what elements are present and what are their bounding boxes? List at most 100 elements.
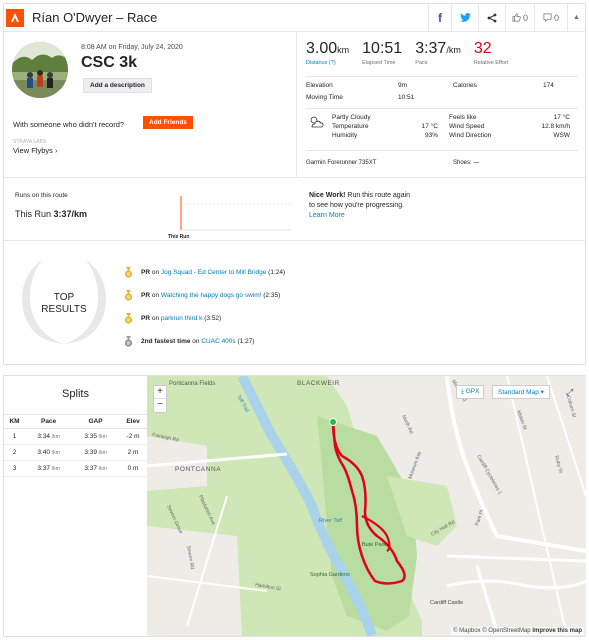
route-chart-label: This Run bbox=[168, 234, 189, 240]
share-icon bbox=[487, 13, 497, 22]
achievement-prefix: PR bbox=[141, 292, 151, 299]
nice-work-text2: to see how you're progressing. bbox=[309, 202, 405, 209]
split-pace-value: 3:37 bbox=[37, 465, 50, 472]
split-pace: 3:37 /km bbox=[25, 460, 73, 477]
split-unit: /km bbox=[51, 466, 60, 472]
split-gap: 3:39 /km bbox=[72, 444, 120, 461]
map-attribution: © Mapbox © OpenStreetMap Improve this ma… bbox=[451, 627, 584, 635]
activity-summary: 8:08 AM on Friday, July 24, 2020 CSC 3k … bbox=[4, 32, 297, 177]
zoom-in-button[interactable]: + bbox=[154, 386, 166, 399]
top-results-badge: TOP RESULTS bbox=[22, 260, 106, 344]
divider bbox=[306, 108, 578, 109]
calories-value: 174 bbox=[543, 82, 554, 89]
divider bbox=[306, 76, 578, 77]
segment-link[interactable]: parkrun third k bbox=[161, 315, 203, 322]
col-gap: GAP bbox=[72, 414, 120, 429]
splits-table: KM Pace GAP Elev 1 3:34 /km 3:35 /km -2 … bbox=[4, 414, 147, 477]
collapse-button[interactable]: ▲ bbox=[567, 4, 585, 31]
split-gap-value: 3:39 bbox=[84, 449, 97, 456]
chevron-right-icon: › bbox=[54, 146, 58, 155]
table-row[interactable]: 3 3:37 /km 3:37 /km 0 m bbox=[4, 460, 147, 477]
achievement-prefix: PR bbox=[141, 269, 151, 276]
learn-more-link[interactable]: Learn More bbox=[309, 212, 345, 219]
this-run-summary: This Run 3:37/km bbox=[15, 209, 87, 219]
attribution-text[interactable]: © Mapbox © OpenStreetMap bbox=[453, 628, 531, 634]
top-results-line2: RESULTS bbox=[41, 304, 87, 315]
facebook-icon: f bbox=[438, 10, 442, 25]
device-name: Garmin Forerunner 735XT bbox=[306, 160, 377, 166]
split-elev: 2 m bbox=[119, 444, 147, 461]
zoom-controls: + − bbox=[153, 385, 167, 413]
thumbs-up-icon bbox=[512, 13, 521, 22]
add-description-button[interactable]: Add a description bbox=[83, 78, 152, 93]
split-gap: 3:37 /km bbox=[72, 460, 120, 477]
split-pace-value: 3:34 bbox=[37, 433, 50, 440]
col-elev: Elev bbox=[119, 414, 147, 429]
split-gap-value: 3:35 bbox=[84, 433, 97, 440]
calories-label: Calories bbox=[453, 82, 477, 89]
segment-link[interactable]: CUAC 400s bbox=[201, 338, 235, 345]
effort-label: Relative Effort bbox=[473, 60, 509, 66]
map-label: BLACKWEIR bbox=[297, 380, 340, 387]
splits-map-card: Splits KM Pace GAP Elev 1 3:34 /km 3:35 … bbox=[3, 375, 586, 637]
split-km: 3 bbox=[4, 460, 26, 477]
map-label: Sophia Gardens bbox=[310, 572, 350, 578]
map-label: Cardiff Castle bbox=[430, 600, 463, 606]
someone-prompt: With someone who didn't record? bbox=[13, 120, 125, 129]
split-pace-value: 3:40 bbox=[37, 449, 50, 456]
segment-link[interactable]: Watching the happy dogs go swim! bbox=[161, 292, 262, 299]
table-row[interactable]: 2 3:40 /km 3:39 /km 2 m bbox=[4, 444, 147, 461]
map-label: Pontcanna Fields bbox=[169, 381, 215, 387]
zoom-out-button[interactable]: − bbox=[154, 399, 166, 412]
add-friends-button[interactable]: Add Friends bbox=[143, 116, 193, 129]
facebook-share-button[interactable]: f bbox=[428, 4, 451, 31]
distance-label[interactable]: Distance (?) bbox=[306, 60, 349, 66]
effort-value: 32 bbox=[473, 40, 492, 57]
export-gpx-button[interactable]: ⤓ GPX bbox=[456, 385, 485, 399]
split-unit: /km bbox=[51, 450, 60, 456]
view-flybys-link[interactable]: View Flybys › bbox=[13, 146, 57, 155]
split-gap-value: 3:37 bbox=[84, 465, 97, 472]
split-unit: /km bbox=[98, 466, 107, 472]
table-row[interactable]: 1 3:34 /km 3:35 /km -2 m bbox=[4, 428, 147, 445]
achievement-time: (1:27) bbox=[235, 338, 255, 345]
elevation-label: Elevation bbox=[306, 82, 333, 89]
route-map[interactable]: Pontcanna Fields BLACKWEIR PONTCANNA Riv… bbox=[147, 376, 586, 636]
route-chart: This Run bbox=[168, 196, 291, 240]
pace-value: 3:37 bbox=[415, 40, 447, 57]
pace-stat: 3:37/km Pace bbox=[415, 40, 461, 66]
improve-map-link[interactable]: Improve this map bbox=[532, 628, 582, 634]
activity-stats: 3.00km Distance (?) 10:51 Elapsed Time 3… bbox=[298, 32, 586, 177]
divider bbox=[306, 150, 578, 151]
split-km: 1 bbox=[4, 428, 26, 445]
achievement-time: (2:35) bbox=[261, 292, 281, 299]
comments-button[interactable]: 0 bbox=[534, 4, 567, 31]
fullscreen-icon[interactable]: ⤢ bbox=[566, 387, 576, 397]
map-style-dropdown[interactable]: Standard Map ▾ bbox=[492, 385, 550, 399]
strava-logo-icon bbox=[6, 8, 24, 27]
split-pace: 3:34 /km bbox=[25, 428, 73, 445]
top-results-line1: TOP bbox=[54, 292, 75, 303]
twitter-share-button[interactable] bbox=[451, 4, 478, 31]
relative-effort-stat: 32 Relative Effort bbox=[474, 40, 508, 66]
view-flybys-label: View Flybys bbox=[13, 146, 53, 155]
chevron-down-icon: ▾ bbox=[540, 389, 544, 396]
activity-photo[interactable] bbox=[12, 42, 68, 98]
nice-work-bold: Nice Work! bbox=[309, 192, 346, 199]
segment-link[interactable]: Jog Squad - Ed Center to Mill Bridge bbox=[161, 269, 267, 276]
feels-like-label: Feels like bbox=[449, 114, 477, 121]
splits-header-row: KM Pace GAP Elev bbox=[4, 414, 147, 429]
share-button[interactable] bbox=[478, 4, 505, 31]
distance-value: 3.00 bbox=[306, 40, 338, 57]
split-unit: /km bbox=[98, 450, 107, 456]
split-elev: 0 m bbox=[119, 460, 147, 477]
map-label: River Taff bbox=[319, 518, 343, 524]
silver-medal-icon bbox=[124, 336, 133, 347]
wind-speed-label: Wind Speed bbox=[449, 123, 485, 130]
achievement-item: PR on parkrun third k (3:52) bbox=[124, 307, 285, 330]
partly-cloudy-icon bbox=[310, 116, 324, 128]
map-canvas[interactable]: Pontcanna Fields BLACKWEIR PONTCANNA Riv… bbox=[147, 376, 586, 636]
kudos-button[interactable]: 0 bbox=[505, 4, 534, 31]
elapsed-value: 10:51 bbox=[362, 40, 403, 57]
col-km: KM bbox=[4, 414, 26, 429]
